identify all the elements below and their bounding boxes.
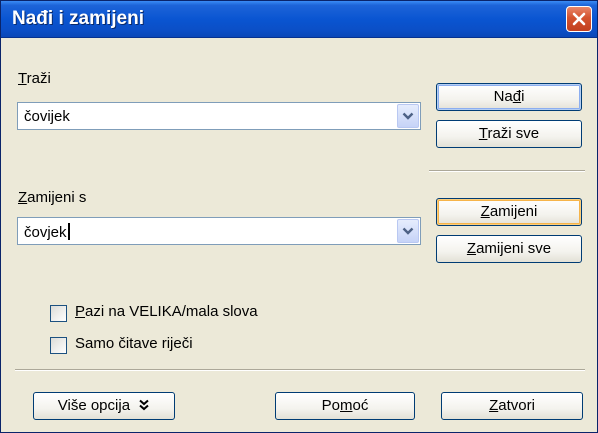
search-label: Traži	[18, 70, 51, 87]
search-dropdown-button[interactable]	[397, 104, 419, 128]
find-all-button[interactable]: Traži sve	[436, 120, 582, 148]
replace-button[interactable]: Zamijeni	[436, 198, 582, 226]
whole-words-label: Samo čitave riječi	[75, 335, 193, 352]
title-bar[interactable]: Nađi i zamijeni	[1, 1, 597, 38]
double-chevron-down-icon	[139, 399, 149, 411]
find-button[interactable]: Nađi	[436, 83, 582, 111]
search-combo[interactable]: čovijek	[17, 102, 421, 130]
close-icon	[572, 12, 586, 26]
chevron-down-icon	[402, 112, 414, 120]
more-options-button[interactable]: Više opcija	[33, 392, 175, 420]
replace-dropdown-button[interactable]	[397, 219, 419, 243]
replace-input[interactable]: čovjek	[24, 223, 70, 241]
replace-all-button[interactable]: Zamijeni sve	[436, 235, 582, 263]
match-case-checkbox[interactable]	[50, 305, 67, 322]
whole-words-checkbox[interactable]	[50, 337, 67, 354]
search-input[interactable]: čovijek	[24, 108, 70, 125]
button-group-divider	[429, 170, 585, 172]
find-replace-dialog: Nađi i zamijeni Traži čovijek Nađi Traži…	[0, 0, 598, 433]
footer-divider	[15, 369, 585, 371]
text-caret	[67, 223, 70, 240]
close-window-button[interactable]	[566, 6, 592, 32]
help-button[interactable]: Pomoć	[275, 392, 415, 420]
replace-combo[interactable]: čovjek	[17, 217, 421, 245]
replace-label: Zamijeni s	[18, 189, 87, 206]
chevron-down-icon	[402, 227, 414, 235]
match-case-label: Pazi na VELIKA/mala slova	[75, 303, 258, 320]
close-button[interactable]: Zatvori	[441, 392, 583, 420]
window-title: Nađi i zamijeni	[12, 8, 144, 29]
